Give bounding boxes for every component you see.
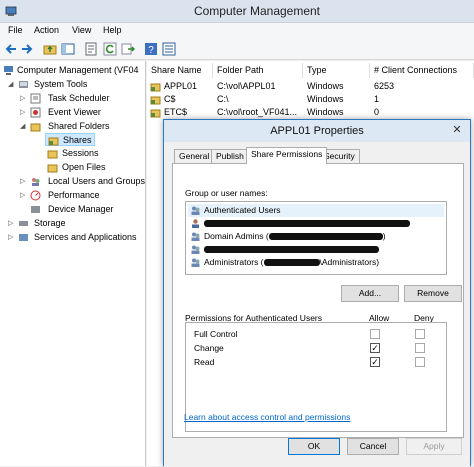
view-icon[interactable] [162, 42, 176, 56]
list-item[interactable]: Authenticated Users [188, 204, 444, 217]
expanded-caret-icon[interactable]: ◢ [20, 120, 25, 133]
title-bar: Computer Management [0, 0, 474, 23]
export-list-icon[interactable] [121, 42, 135, 56]
redacted-text [204, 220, 410, 228]
table-row[interactable]: C$ C:\ Windows 1 [147, 93, 474, 106]
column-header-client-connections[interactable]: # Client Connections [370, 63, 474, 78]
change-deny-checkbox[interactable] [415, 343, 425, 353]
expanded-caret-icon[interactable]: ◢ [8, 78, 13, 91]
read-deny-checkbox[interactable] [415, 357, 425, 367]
shares-icon [48, 137, 59, 146]
redacted-text [268, 233, 383, 241]
help-icon[interactable]: ? [144, 42, 158, 56]
tab-publish[interactable]: Publish [211, 149, 249, 163]
storage-icon [19, 221, 28, 226]
up-folder-icon[interactable] [43, 42, 57, 56]
permission-full-control: Full Control [194, 329, 238, 339]
group-names-label: Group or user names: [185, 188, 268, 198]
ok-button[interactable]: OK [288, 438, 340, 455]
event-viewer-icon [30, 107, 41, 118]
permission-read: Read [194, 357, 215, 367]
share-icon [150, 96, 161, 105]
tab-share-permissions[interactable]: Share Permissions [246, 147, 328, 164]
menu-action[interactable]: Action [34, 25, 59, 35]
redacted-text [204, 246, 379, 254]
menu-bar: File Action View Help [0, 23, 474, 38]
menu-file[interactable]: File [8, 25, 23, 35]
share-icon [150, 109, 161, 118]
toolbar: ? [0, 38, 474, 60]
remove-button[interactable]: Remove [404, 285, 462, 302]
back-arrow-icon[interactable] [4, 42, 18, 56]
column-header-share-name[interactable]: Share Name [147, 63, 213, 78]
svg-text:?: ? [148, 45, 154, 56]
sessions-icon [47, 150, 58, 159]
menu-view[interactable]: View [72, 25, 91, 35]
performance-icon [30, 190, 41, 201]
shared-folders-icon [30, 123, 41, 132]
collapsed-caret-icon[interactable]: ▷ [20, 92, 25, 105]
read-allow-checkbox[interactable]: ✓ [370, 357, 380, 367]
task-scheduler-icon [30, 93, 41, 104]
collapsed-caret-icon[interactable]: ▷ [8, 217, 13, 230]
column-header-folder-path[interactable]: Folder Path [213, 63, 303, 78]
tab-general[interactable]: General [174, 149, 215, 163]
refresh-icon[interactable] [103, 42, 117, 56]
collapsed-caret-icon[interactable]: ▷ [20, 175, 25, 188]
tree-item-shares[interactable]: Shares [45, 133, 95, 146]
table-row[interactable]: APPL01 C:\vol\APPL01 Windows 6253 [147, 80, 474, 93]
user-icon [192, 219, 199, 228]
show-hide-tree-icon[interactable] [61, 42, 75, 56]
share-properties-dialog: APPL01 Properties ✕ General Publish Shar… [163, 119, 471, 467]
device-manager-icon [31, 206, 40, 213]
close-icon[interactable]: ✕ [450, 123, 464, 137]
user-list[interactable]: Authenticated Users Domain Admins () Adm… [185, 201, 447, 275]
open-files-icon [47, 164, 58, 173]
navigation-tree: Computer Management (VF04 ◢ System Tools… [0, 61, 146, 466]
share-permissions-panel: Group or user names: Authenticated Users… [172, 163, 464, 438]
share-icon [150, 83, 161, 92]
change-allow-checkbox[interactable]: ✓ [370, 343, 380, 353]
group-users-icon [191, 232, 200, 241]
services-icon [19, 234, 28, 241]
redacted-text [263, 259, 320, 267]
forward-arrow-icon[interactable] [20, 42, 34, 56]
properties-icon[interactable] [84, 42, 98, 56]
permission-change: Change [194, 343, 224, 353]
computer-management-icon [4, 66, 13, 75]
apply-button[interactable]: Apply [406, 438, 462, 455]
access-control-help-link[interactable]: Learn about access control and permissio… [184, 412, 350, 422]
column-header-type[interactable]: Type [303, 63, 370, 78]
add-button[interactable]: Add... [341, 285, 399, 302]
collapsed-caret-icon[interactable]: ▷ [8, 231, 13, 244]
dialog-title: APPL01 Properties [164, 120, 470, 142]
system-tools-icon [19, 81, 28, 88]
table-row[interactable]: ETC$ C:\vol\root_VF041... Windows 0 [147, 106, 474, 119]
collapsed-caret-icon[interactable]: ▷ [20, 106, 25, 119]
group-users-icon [191, 245, 200, 254]
collapsed-caret-icon[interactable]: ▷ [20, 189, 25, 202]
group-users-icon [191, 206, 200, 215]
full-control-deny-checkbox[interactable] [415, 329, 425, 339]
full-control-allow-checkbox[interactable] [370, 329, 380, 339]
local-users-icon [32, 178, 40, 186]
cancel-button[interactable]: Cancel [347, 438, 399, 455]
window-title: Computer Management [193, 4, 321, 18]
menu-help[interactable]: Help [103, 25, 122, 35]
dialog-body: General Publish Share Permissions Securi… [164, 142, 470, 467]
group-users-icon [191, 258, 200, 267]
